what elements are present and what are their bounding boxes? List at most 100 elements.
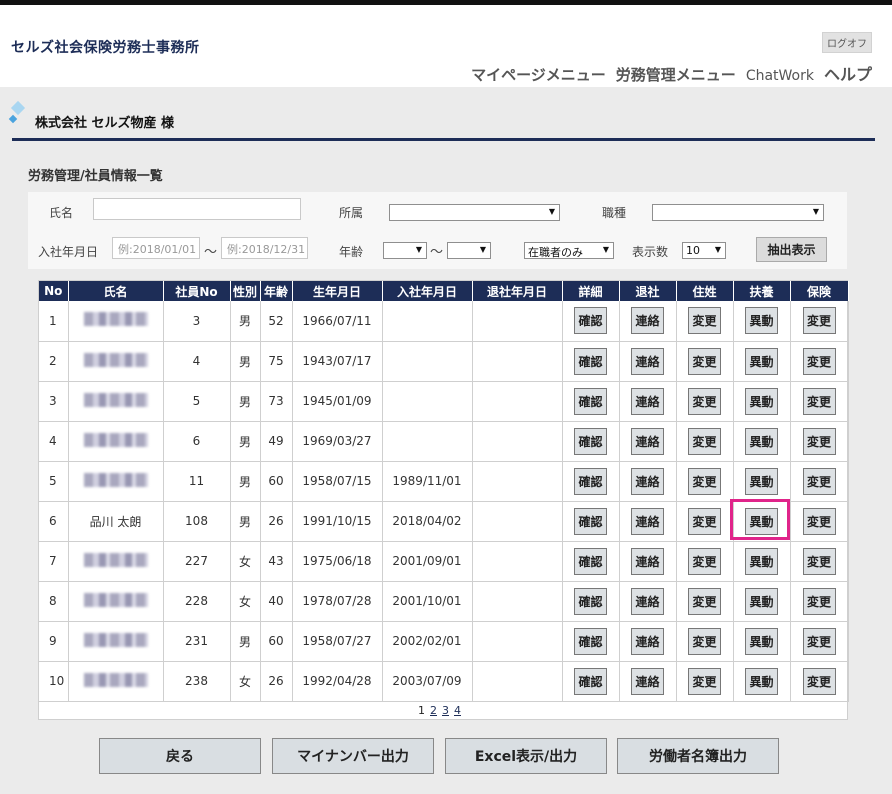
cell-emp-no: 5 <box>163 381 231 422</box>
cell-detail: 確認 <box>562 581 620 622</box>
divider <box>12 138 875 141</box>
cell-emp-no: 3 <box>163 301 231 342</box>
address-change-button[interactable]: 変更 <box>688 507 721 535</box>
address-change-button[interactable]: 変更 <box>688 547 721 575</box>
cell-birth: 1991/10/15 <box>292 501 383 542</box>
address-change-button[interactable]: 変更 <box>688 307 721 335</box>
detail-button[interactable]: 確認 <box>574 627 607 655</box>
insurance-change-button[interactable]: 変更 <box>802 467 836 495</box>
dept-label: 所属 <box>339 206 364 220</box>
cell-birth: 1978/07/28 <box>292 581 383 622</box>
insurance-change-button[interactable]: 変更 <box>802 627 836 655</box>
insurance-change-button[interactable]: 変更 <box>802 587 836 615</box>
detail-button[interactable]: 確認 <box>574 547 607 575</box>
age-tilde: ～ <box>430 245 444 260</box>
cell-hire <box>382 421 473 462</box>
count-select[interactable]: 10 ▼ <box>682 242 726 259</box>
insurance-change-button[interactable]: 変更 <box>802 547 836 575</box>
retire-contact-button[interactable]: 連絡 <box>631 507 664 535</box>
nav-help[interactable]: ヘルプ <box>824 61 872 85</box>
page-link-4[interactable]: 4 <box>454 704 461 717</box>
cell-insurance: 変更 <box>790 301 849 342</box>
detail-button[interactable]: 確認 <box>574 307 607 335</box>
detail-button[interactable]: 確認 <box>574 667 607 695</box>
hire-to-input[interactable]: 例:2018/12/31 <box>221 237 308 259</box>
cell-insurance: 変更 <box>790 461 849 502</box>
detail-button[interactable]: 確認 <box>574 387 607 415</box>
name-input[interactable] <box>93 198 301 220</box>
dependents-change-button[interactable]: 異動 <box>745 307 778 335</box>
retire-contact-button[interactable]: 連絡 <box>631 387 664 415</box>
cell-detail: 確認 <box>562 661 620 702</box>
insurance-change-button[interactable]: 変更 <box>802 507 836 535</box>
detail-button[interactable]: 確認 <box>574 507 607 535</box>
table-row: 10 238 女 26 1992/04/28 2003/07/09 確認 連絡 変更 異動 変更 <box>39 661 849 702</box>
address-change-button[interactable]: 変更 <box>688 347 721 375</box>
cell-name <box>68 381 164 422</box>
nav-mypage-menu[interactable]: マイページメニュー <box>471 64 606 85</box>
nav-chatwork[interactable]: ChatWork <box>746 68 814 84</box>
address-change-button[interactable]: 変更 <box>688 627 721 655</box>
logout-button[interactable]: ログオフ <box>822 32 872 53</box>
filter-panel: 氏名 所属 ▼ 職種 ▼ 入社年月日 例:2018/01/01 ～ 例:2018… <box>28 192 847 269</box>
dependents-change-button[interactable]: 異動 <box>745 427 778 455</box>
retire-contact-button[interactable]: 連絡 <box>631 627 664 655</box>
cell-retire-date <box>472 621 563 662</box>
company-heading: 株式会社 セルズ物産 様 <box>8 100 875 132</box>
nav-labor-menu[interactable]: 労務管理メニュー <box>616 64 736 85</box>
extract-button[interactable]: 抽出表示 <box>756 237 827 262</box>
cell-gender: 男 <box>230 381 261 422</box>
retire-contact-button[interactable]: 連絡 <box>631 467 664 495</box>
page-link-2[interactable]: 2 <box>430 704 437 717</box>
cell-age: 43 <box>260 541 293 582</box>
mynumber-export-button[interactable]: マイナンバー出力 <box>272 738 434 774</box>
excel-export-button[interactable]: Excel表示/出力 <box>445 738 607 774</box>
cell-retire-date <box>472 461 563 502</box>
insurance-change-button[interactable]: 変更 <box>802 307 836 335</box>
dependents-change-button[interactable]: 異動 <box>745 627 778 655</box>
name-label: 氏名 <box>49 206 74 220</box>
hire-from-input[interactable]: 例:2018/01/01 <box>112 237 200 259</box>
cell-retire: 連絡 <box>619 501 677 542</box>
dependents-change-button[interactable]: 異動 <box>745 467 778 495</box>
address-change-button[interactable]: 変更 <box>688 427 721 455</box>
dependents-change-button[interactable]: 異動 <box>745 587 778 615</box>
worker-roster-export-button[interactable]: 労働者名簿出力 <box>617 738 779 774</box>
detail-button[interactable]: 確認 <box>574 467 607 495</box>
retire-contact-button[interactable]: 連絡 <box>631 547 664 575</box>
address-change-button[interactable]: 変更 <box>688 387 721 415</box>
cell-age: 52 <box>260 301 293 342</box>
insurance-change-button[interactable]: 変更 <box>802 427 836 455</box>
address-change-button[interactable]: 変更 <box>688 587 721 615</box>
dependents-change-button[interactable]: 異動 <box>745 667 778 695</box>
retire-contact-button[interactable]: 連絡 <box>631 667 664 695</box>
job-select[interactable]: ▼ <box>652 204 824 221</box>
address-change-button[interactable]: 変更 <box>688 467 721 495</box>
cell-birth: 1975/06/18 <box>292 541 383 582</box>
insurance-change-button[interactable]: 変更 <box>802 667 836 695</box>
dependents-change-button[interactable]: 異動 <box>745 547 778 575</box>
page-link-3[interactable]: 3 <box>442 704 449 717</box>
detail-button[interactable]: 確認 <box>574 347 607 375</box>
detail-button[interactable]: 確認 <box>574 427 607 455</box>
dept-select[interactable]: ▼ <box>389 204 560 221</box>
age-to-select[interactable]: ▼ <box>447 242 491 259</box>
status-select[interactable]: 在職者のみ ▼ <box>524 242 614 259</box>
insurance-change-button[interactable]: 変更 <box>802 347 836 375</box>
retire-contact-button[interactable]: 連絡 <box>631 347 664 375</box>
dependents-change-button[interactable]: 異動 <box>745 347 778 375</box>
cell-no: 1 <box>39 301 69 342</box>
cell-hire <box>382 341 473 382</box>
retire-contact-button[interactable]: 連絡 <box>631 587 664 615</box>
address-change-button[interactable]: 変更 <box>688 667 721 695</box>
retire-contact-button[interactable]: 連絡 <box>631 307 664 335</box>
detail-button[interactable]: 確認 <box>574 587 607 615</box>
cell-detail: 確認 <box>562 301 620 342</box>
age-from-select[interactable]: ▼ <box>383 242 427 259</box>
cell-age: 49 <box>260 421 293 462</box>
cell-emp-no: 238 <box>163 661 231 702</box>
insurance-change-button[interactable]: 変更 <box>802 387 836 415</box>
retire-contact-button[interactable]: 連絡 <box>631 427 664 455</box>
dependents-change-button[interactable]: 異動 <box>745 387 778 415</box>
back-button[interactable]: 戻る <box>99 738 261 774</box>
